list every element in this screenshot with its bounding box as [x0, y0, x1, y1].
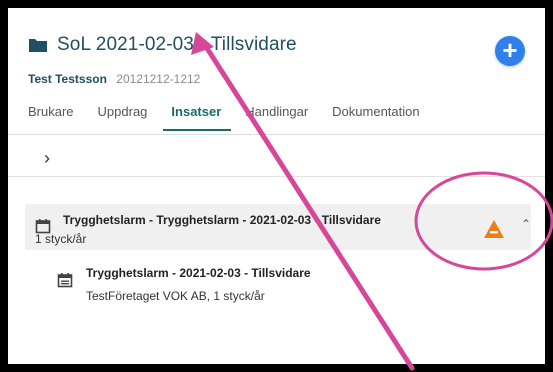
- annotation-arrow-line: [200, 39, 415, 371]
- annotation-circle: [414, 171, 553, 271]
- annotation-overlay: [191, 32, 553, 371]
